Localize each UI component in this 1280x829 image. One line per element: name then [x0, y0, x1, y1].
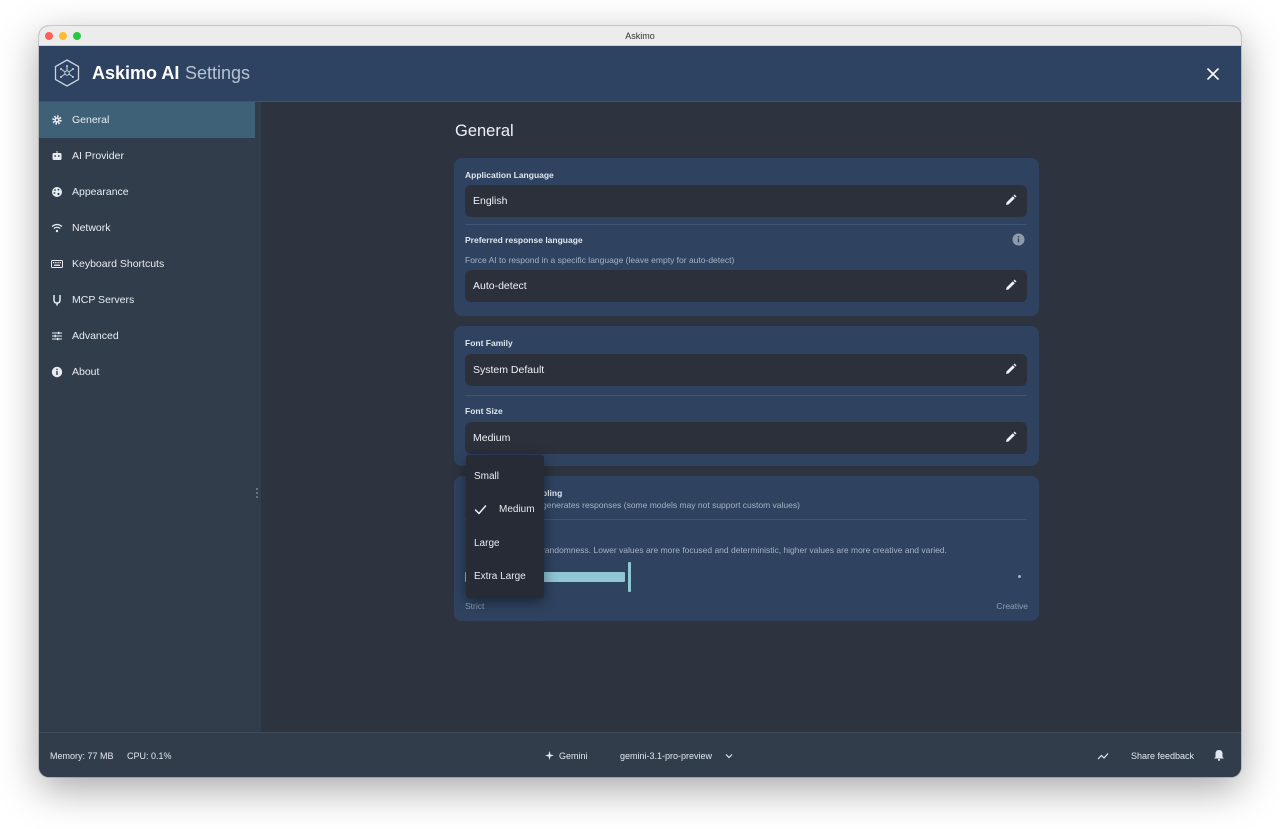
- sidebar-item-appearance[interactable]: Appearance: [39, 174, 255, 210]
- askimo-logo-icon: [54, 59, 80, 87]
- temperature-description: randomness. Lower values are more focuse…: [542, 545, 947, 555]
- sidebar-item-label: Advanced: [72, 330, 119, 342]
- sidebar-resize-handle[interactable]: [256, 488, 258, 502]
- checkmark-icon: [474, 505, 487, 515]
- robot-icon: [52, 151, 62, 160]
- pencil-icon[interactable]: [1004, 194, 1017, 207]
- font-size-value: Medium: [473, 432, 511, 444]
- sidebar-item-about[interactable]: About: [39, 354, 255, 390]
- divider: [465, 395, 1027, 396]
- temperature-slider-thumb[interactable]: [628, 562, 631, 592]
- trending-chart-icon[interactable]: [1097, 750, 1109, 762]
- font-family-value: System Default: [473, 364, 545, 376]
- slider-end-dot: [1018, 575, 1021, 578]
- application-language-field[interactable]: English: [465, 185, 1027, 217]
- sliders-icon: [52, 331, 62, 341]
- sparkle-icon: [545, 751, 554, 760]
- response-language-description: Force AI to respond in a specific langua…: [465, 255, 735, 265]
- close-window-button[interactable]: [45, 32, 53, 40]
- sidebar-item-label: Appearance: [72, 186, 129, 198]
- dropdown-option-label: Medium: [499, 504, 535, 515]
- status-bar: Memory: 77 MB CPU: 0.1% Gemini gemini-3.…: [39, 732, 1241, 777]
- response-language-value: Auto-detect: [473, 280, 527, 292]
- zoom-window-button[interactable]: [73, 32, 81, 40]
- sidebar-item-label: MCP Servers: [72, 294, 135, 306]
- sidebar-item-ai-provider[interactable]: AI Provider: [39, 138, 255, 174]
- settings-content: General Application Language English Pre…: [261, 102, 1241, 732]
- gear-icon: [52, 115, 62, 125]
- font-size-dropdown: Small Medium Large Extra Large: [466, 455, 544, 598]
- info-icon[interactable]: [1012, 233, 1025, 246]
- sidebar-item-label: General: [72, 114, 110, 126]
- application-language-value: English: [473, 195, 508, 207]
- cpu-readout: CPU: 0.1%: [127, 751, 172, 761]
- divider: [465, 519, 1027, 520]
- sidebar-item-label: Keyboard Shortcuts: [72, 258, 165, 270]
- font-settings-card: Font Family System Default Font Size Med…: [454, 326, 1039, 466]
- sidebar-item-network[interactable]: Network: [39, 210, 255, 246]
- language-settings-card: Application Language English Preferred r…: [454, 158, 1039, 316]
- window-title: Askimo: [625, 31, 655, 41]
- sidebar-item-label: About: [72, 366, 100, 378]
- font-size-select[interactable]: Medium: [465, 422, 1027, 454]
- divider: [465, 224, 1027, 225]
- wifi-icon: [51, 223, 63, 233]
- sampling-description: generates responses (some models may not…: [542, 500, 800, 510]
- plug-icon: [53, 295, 61, 306]
- sampling-title: pling: [542, 488, 563, 498]
- dropdown-option-medium[interactable]: Medium: [466, 493, 544, 526]
- font-family-field[interactable]: System Default: [465, 354, 1027, 386]
- keyboard-icon: [51, 260, 63, 268]
- share-feedback-link[interactable]: Share feedback: [1131, 751, 1194, 761]
- app-brand: Askimo AI: [92, 63, 180, 83]
- dropdown-option-large[interactable]: Large: [466, 527, 544, 560]
- pencil-icon[interactable]: [1004, 279, 1017, 292]
- dropdown-option-extra-large[interactable]: Extra Large: [466, 560, 544, 593]
- close-icon[interactable]: [1205, 66, 1221, 82]
- app-header: Askimo AI Settings: [39, 46, 1241, 102]
- font-family-label: Font Family: [465, 338, 513, 348]
- dropdown-option-label: Large: [474, 538, 500, 549]
- minimize-window-button[interactable]: [59, 32, 67, 40]
- dropdown-option-label: Small: [474, 471, 500, 482]
- sidebar-item-label: Network: [72, 222, 111, 234]
- info-icon: [51, 366, 63, 378]
- slider-min-label: Strict: [465, 601, 485, 611]
- pencil-icon[interactable]: [1004, 431, 1017, 444]
- memory-readout: Memory: 77 MB: [50, 751, 114, 761]
- chevron-down-icon[interactable]: [725, 752, 733, 760]
- response-language-label: Preferred response language: [465, 235, 583, 245]
- sidebar-item-keyboard-shortcuts[interactable]: Keyboard Shortcuts: [39, 246, 255, 282]
- sidebar-item-advanced[interactable]: Advanced: [39, 318, 255, 354]
- bell-icon[interactable]: [1213, 749, 1225, 761]
- pencil-icon[interactable]: [1004, 363, 1017, 376]
- response-language-field[interactable]: Auto-detect: [465, 270, 1027, 302]
- sidebar-item-label: AI Provider: [72, 150, 124, 162]
- page-title: General: [455, 122, 514, 140]
- provider-selector[interactable]: Gemini: [559, 751, 588, 761]
- palette-icon: [52, 187, 62, 197]
- application-language-label: Application Language: [465, 170, 554, 180]
- header-section-title: Settings: [185, 63, 251, 83]
- app-window: Askimo Askimo AI Settings General AI Pro…: [39, 26, 1241, 777]
- model-selector[interactable]: gemini-3.1-pro-preview: [620, 751, 712, 761]
- font-size-label: Font Size: [465, 406, 503, 416]
- sidebar-item-general[interactable]: General: [39, 102, 255, 138]
- sidebar-item-mcp-servers[interactable]: MCP Servers: [39, 282, 255, 318]
- settings-sidebar: General AI Provider Appearance Network K…: [39, 102, 261, 732]
- title-bar: Askimo: [39, 26, 1241, 46]
- slider-max-label: Creative: [996, 601, 1028, 611]
- dropdown-option-label: Extra Large: [474, 571, 526, 582]
- dropdown-option-small[interactable]: Small: [466, 460, 544, 493]
